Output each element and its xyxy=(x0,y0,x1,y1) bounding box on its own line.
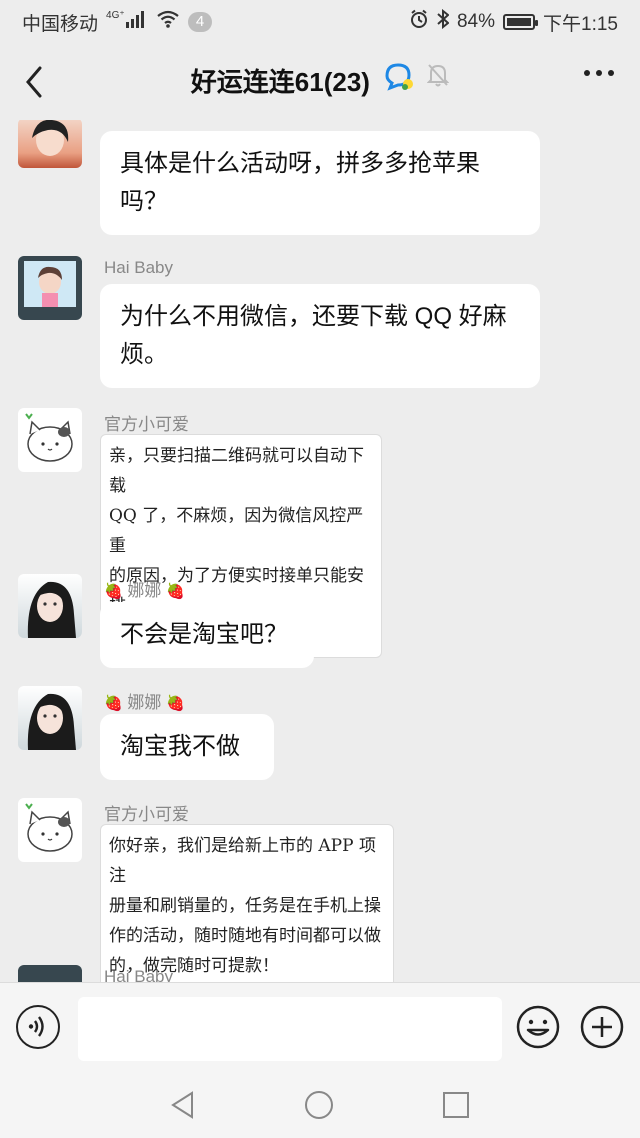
avatar[interactable] xyxy=(18,686,82,750)
signal-icon: 4G⁺ xyxy=(106,10,148,34)
nav-home-button[interactable] xyxy=(304,1090,334,1125)
nav-recents-button[interactable] xyxy=(441,1090,471,1125)
strawberry-icon: 🍓 xyxy=(104,695,123,712)
bluetooth-icon xyxy=(437,8,450,35)
input-bar xyxy=(0,982,640,1073)
clock: 下午1:15 xyxy=(543,13,618,35)
chat-title: 好运连连61(23) xyxy=(190,67,370,97)
circle-home-icon xyxy=(305,1091,333,1119)
sender-name: 官方小可爱 xyxy=(104,415,189,434)
notification-count-badge: 4 xyxy=(187,12,213,32)
message-line: 亲，只要扫描二维码就可以自动下载 xyxy=(109,446,364,496)
chat-header: 好运连连61(23) xyxy=(0,44,640,120)
group-chat-icon[interactable] xyxy=(383,62,415,99)
sender-name: Hai Baby xyxy=(104,967,173,982)
more-actions-button[interactable] xyxy=(580,1005,624,1049)
strawberry-icon: 🍓 xyxy=(166,695,185,712)
voice-button[interactable] xyxy=(16,1005,60,1049)
message-image-bubble[interactable]: 你好亲，我们是给新上市的 APP 项注 册量和刷销量的，任务是在手机上操 作的活… xyxy=(100,824,394,982)
avatar[interactable] xyxy=(18,965,82,982)
strawberry-icon: 🍓 xyxy=(104,583,123,600)
sender-name: Hai Baby xyxy=(104,258,173,277)
avatar[interactable] xyxy=(18,574,82,638)
square-recents-icon xyxy=(443,1092,469,1118)
message-line: QQ 了，不麻烦，因为微信风控严重 xyxy=(109,506,364,556)
sender-name-text: 娜娜 xyxy=(127,693,162,712)
sender-name: 🍓 娜娜 🍓 xyxy=(104,576,185,601)
system-navigation-bar xyxy=(0,1072,640,1138)
emoji-button[interactable] xyxy=(516,1005,560,1049)
message-line: 作的活动，随时随地有时间都可以做 xyxy=(109,926,381,946)
message-bubble: 为什么不用微信，还要下载 QQ 好麻烦。 xyxy=(100,284,540,388)
battery-percent: 84% xyxy=(456,11,496,32)
sender-name-text: 娜娜 xyxy=(127,581,162,600)
message-bubble: 不会是淘宝吧？ xyxy=(100,602,314,668)
alarm-icon xyxy=(409,9,429,35)
carrier-label: 中国移动 xyxy=(22,13,99,35)
voice-icon xyxy=(28,1016,44,1037)
message-input[interactable] xyxy=(78,997,502,1061)
avatar[interactable] xyxy=(18,408,82,472)
nav-back-button[interactable] xyxy=(168,1090,198,1125)
triangle-back-icon xyxy=(171,1091,193,1119)
message-bubble: 淘宝我不做 xyxy=(100,714,274,780)
message-line: 册量和刷销量的，任务是在手机上操 xyxy=(109,896,381,916)
battery-icon xyxy=(503,14,539,30)
wifi-icon xyxy=(156,10,180,34)
mute-bell-icon[interactable] xyxy=(426,62,450,99)
plus-circle-icon xyxy=(580,1005,624,1049)
status-bar: 中国移动 4G⁺ 4 84% 下午1:15 xyxy=(0,0,640,44)
smiley-icon xyxy=(516,1005,560,1049)
avatar[interactable] xyxy=(18,256,82,320)
strawberry-icon: 🍓 xyxy=(166,583,185,600)
message-line: 你好亲，我们是给新上市的 APP 项注 xyxy=(109,836,376,886)
sender-name: 🍓 娜娜 🍓 xyxy=(104,688,185,713)
network-type: 4G⁺ xyxy=(106,10,125,21)
message-bubble: 具体是什么活动呀，拼多多抢苹果吗？ xyxy=(100,131,540,235)
sender-name: 官方小可爱 xyxy=(104,805,189,824)
avatar[interactable] xyxy=(18,798,82,862)
more-menu-button[interactable] xyxy=(584,70,614,76)
avatar[interactable] xyxy=(18,120,82,168)
message-list[interactable]: 具体是什么活动呀，拼多多抢苹果吗？ Hai Baby 为什么不用微信，还要下载 … xyxy=(0,120,640,982)
